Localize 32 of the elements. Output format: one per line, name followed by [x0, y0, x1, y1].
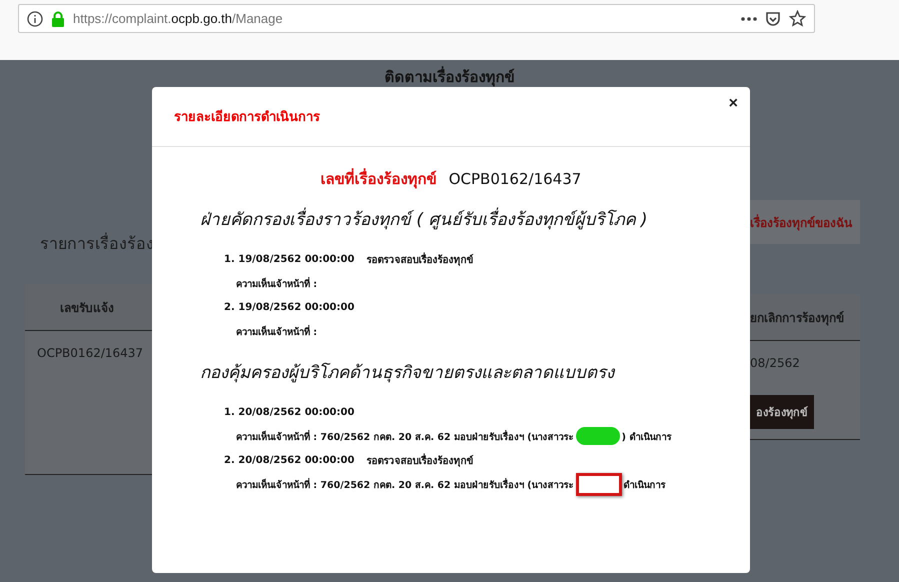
- dialog-title: รายละเอียดการดำเนินการ: [174, 108, 320, 127]
- entry-datetime: 2. 19/08/2562 00:00:00: [224, 302, 354, 312]
- section-title: ฝ่ายคัดกรองเรื่องราวร้องทุกข์ ( ศูนย์รับเรื่องร้องทุกข์ผู้บริโภค ): [200, 205, 750, 232]
- officer-comment: ความเห็นเจ้าหน้าที่ : 760/2562 กคต. 20 ส.ค. 62 มอบฝ่ายรับเรื่องฯ (นางสาวระ: [236, 429, 574, 444]
- table-cell-text: OCPB0162/16437: [36, 345, 144, 362]
- pocket-icon[interactable]: [765, 10, 781, 26]
- column-header: ยกเลิกการร้องทุกข์: [750, 294, 860, 341]
- list-heading: รายการเรื่องร้อง: [39, 232, 152, 255]
- close-button[interactable]: ×: [726, 93, 740, 115]
- complaint-number: OCPB0162/16437: [448, 170, 582, 188]
- complaint-button[interactable]: องร้องทุกข์: [750, 395, 814, 429]
- entry-datetime: 2. 20/08/2562 00:00:00: [224, 454, 354, 466]
- officer-comment: ความเห็นเจ้าหน้าที่ :: [236, 324, 318, 338]
- officer-comment: ดำเนินการ: [624, 478, 666, 492]
- section-title: กองคุ้มครองผู้บริโภคด้านธุรกิจขายตรงและตลาดแบบตรง: [200, 362, 616, 385]
- officer-comment: ) ดำเนินการ: [622, 430, 672, 444]
- entry-datetime: 1. 19/08/2562 00:00:00: [224, 254, 354, 264]
- complaint-label: เลขที่เรื่องร้องทุกข์: [320, 167, 437, 190]
- column-header: เลขรับแจ้ง: [25, 284, 152, 331]
- officer-comment: ความเห็นเจ้าหน้าที่ :: [236, 276, 318, 290]
- table-cell-text: 08/2562: [750, 355, 801, 372]
- url-text: https://complaint.ocpb.go.th/Manage: [73, 11, 283, 26]
- page-title: ติดตามเรื่องร้องทุกข์: [384, 65, 516, 87]
- officer-comment: ความเห็นเจ้าหน้าที่ : 760/2562 กคต. 20 ส.ค. 62 มอบฝ่ายรับเรื่องฯ (นางสาวระ: [236, 477, 574, 492]
- star-icon[interactable]: [789, 10, 806, 27]
- address-bar[interactable]: https://complaint.ocpb.go.th/Manage: [18, 4, 815, 33]
- info-icon[interactable]: [27, 10, 43, 26]
- padlock-icon[interactable]: [51, 10, 65, 26]
- more-icon[interactable]: [741, 16, 757, 20]
- entry-status: รอตรวจสอบเรื่องร้องทุกข์: [366, 452, 474, 468]
- entry-datetime: 1. 20/08/2562 00:00:00: [224, 406, 354, 418]
- entry-status: รอตรวจสอบเรื่องร้องทุกข์: [366, 252, 474, 266]
